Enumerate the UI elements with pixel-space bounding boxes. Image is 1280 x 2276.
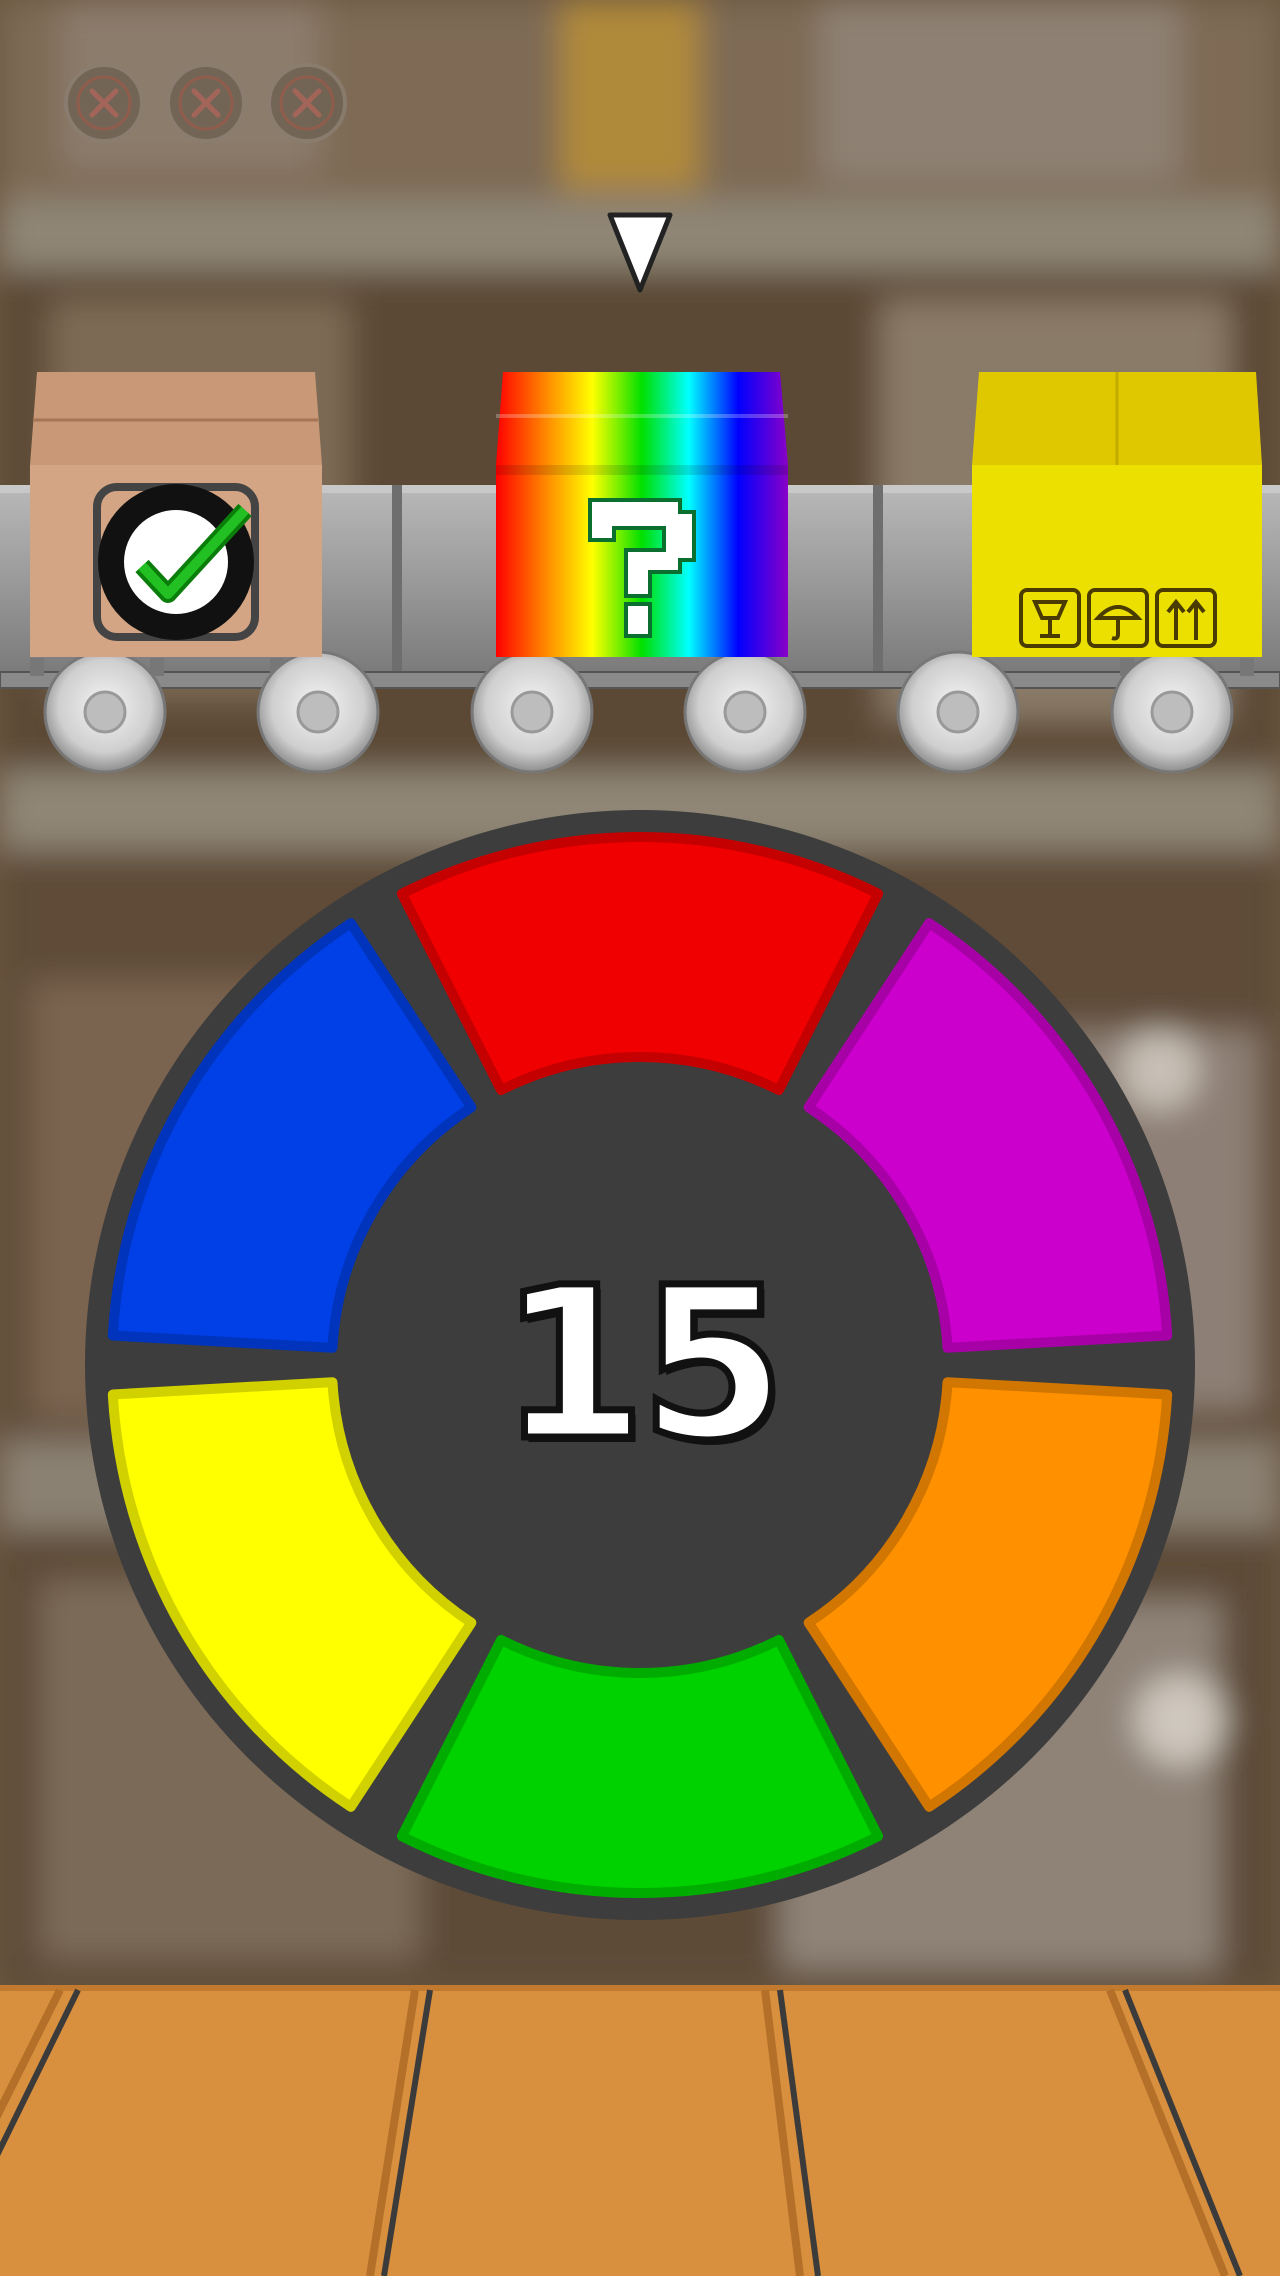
package-box-sorted	[30, 372, 322, 657]
life-slot-empty	[267, 63, 347, 143]
checkmark-icon	[93, 483, 259, 641]
lives-indicator	[64, 63, 347, 143]
conveyor-wheel	[43, 650, 167, 774]
conveyor-wheel	[683, 650, 807, 774]
life-slot-empty	[166, 63, 246, 143]
conveyor-wheel	[1110, 650, 1234, 774]
conveyor-wheel	[256, 650, 380, 774]
color-wheel	[85, 810, 1195, 1920]
conveyor-wheel	[896, 650, 1020, 774]
package-box-mystery	[496, 372, 788, 657]
wooden-floor	[0, 1985, 1280, 2276]
conveyor-wheel	[470, 650, 594, 774]
package-box-incoming	[972, 372, 1262, 657]
life-slot-empty	[64, 63, 144, 143]
